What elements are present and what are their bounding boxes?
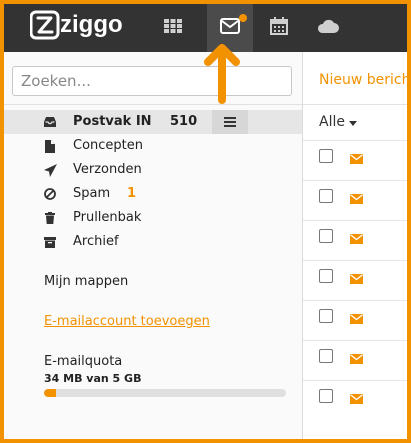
message-checkbox[interactable] xyxy=(319,189,333,203)
new-message-button[interactable]: Nieuw bericht xyxy=(319,72,411,88)
draft-document-icon xyxy=(43,138,57,154)
cloud-icon xyxy=(317,19,339,33)
unread-count: 510 xyxy=(170,114,198,129)
quota-progress-bar xyxy=(44,389,286,397)
unread-envelope-icon xyxy=(350,274,363,284)
my-folders-label[interactable]: Mijn mappen xyxy=(44,274,128,289)
message-row[interactable] xyxy=(303,380,411,420)
message-checkbox[interactable] xyxy=(319,269,333,283)
message-row[interactable] xyxy=(303,260,411,300)
mail-notification-dot xyxy=(239,14,247,22)
chevron-down-icon xyxy=(349,121,357,126)
message-row[interactable] xyxy=(303,340,411,380)
calendar-button[interactable] xyxy=(256,0,302,52)
message-checkbox[interactable] xyxy=(319,389,333,403)
archive-box-icon xyxy=(43,234,57,250)
folder-menu-button[interactable] xyxy=(212,110,248,134)
quota-progress-fill xyxy=(44,389,57,397)
add-email-account-link[interactable]: E-mailaccount toevoegen xyxy=(44,314,210,329)
folder-sent[interactable]: Verzonden xyxy=(0,158,302,182)
folder-drafts[interactable]: Concepten xyxy=(0,134,302,158)
unread-envelope-icon xyxy=(350,234,363,244)
message-row[interactable] xyxy=(303,300,411,340)
folder-label: Concepten xyxy=(73,138,144,153)
annotation-arrow xyxy=(204,44,240,104)
toolbar-divider xyxy=(303,104,411,105)
apps-button[interactable] xyxy=(150,0,196,52)
unread-envelope-icon xyxy=(350,194,363,204)
search-input[interactable] xyxy=(13,67,291,95)
unread-envelope-icon xyxy=(350,354,363,364)
folder-label: Postvak IN xyxy=(73,114,152,129)
folder-archive[interactable]: Archief xyxy=(0,230,302,254)
hamburger-menu-icon xyxy=(224,117,236,127)
unread-envelope-icon xyxy=(350,154,363,164)
folder-trash[interactable]: Prullenbak xyxy=(0,206,302,230)
folder-label: Spam xyxy=(73,186,111,201)
search-box xyxy=(12,66,292,96)
message-checkbox[interactable] xyxy=(319,229,333,243)
calendar-icon xyxy=(270,17,288,35)
message-checkbox[interactable] xyxy=(319,149,333,163)
folder-label: Archief xyxy=(73,234,119,249)
folder-label: Verzonden xyxy=(73,162,142,177)
sidebar: Postvak IN 510 Concepten Verzonden Spam … xyxy=(0,52,302,443)
message-checkbox[interactable] xyxy=(319,349,333,363)
paper-plane-icon xyxy=(43,162,57,178)
inbox-icon xyxy=(43,114,57,130)
cloud-button[interactable] xyxy=(305,0,351,52)
spam-count: 1 xyxy=(127,186,137,201)
ziggo-logo[interactable]: ziggo xyxy=(30,9,128,41)
sidebar-divider xyxy=(0,104,302,105)
trash-icon xyxy=(43,210,57,226)
mail-icon xyxy=(220,18,240,34)
quota-label: E-mailquota xyxy=(44,354,123,369)
message-checkbox[interactable] xyxy=(319,309,333,323)
ban-icon xyxy=(43,186,57,202)
message-row[interactable] xyxy=(303,140,411,180)
quota-value: 34 MB van 5 GB xyxy=(44,372,142,385)
filter-dropdown[interactable]: Alle xyxy=(319,114,345,130)
message-row[interactable] xyxy=(303,180,411,220)
folder-spam[interactable]: Spam 1 xyxy=(0,182,302,206)
logo-text: ziggo xyxy=(60,11,123,38)
message-list-panel: Nieuw bericht Alle xyxy=(303,52,411,443)
folder-inbox[interactable]: Postvak IN 510 xyxy=(0,110,302,134)
unread-envelope-icon xyxy=(350,314,363,324)
message-row[interactable] xyxy=(303,220,411,260)
apps-grid-icon xyxy=(164,19,182,33)
folder-label: Prullenbak xyxy=(73,210,142,225)
unread-envelope-icon xyxy=(350,394,363,404)
